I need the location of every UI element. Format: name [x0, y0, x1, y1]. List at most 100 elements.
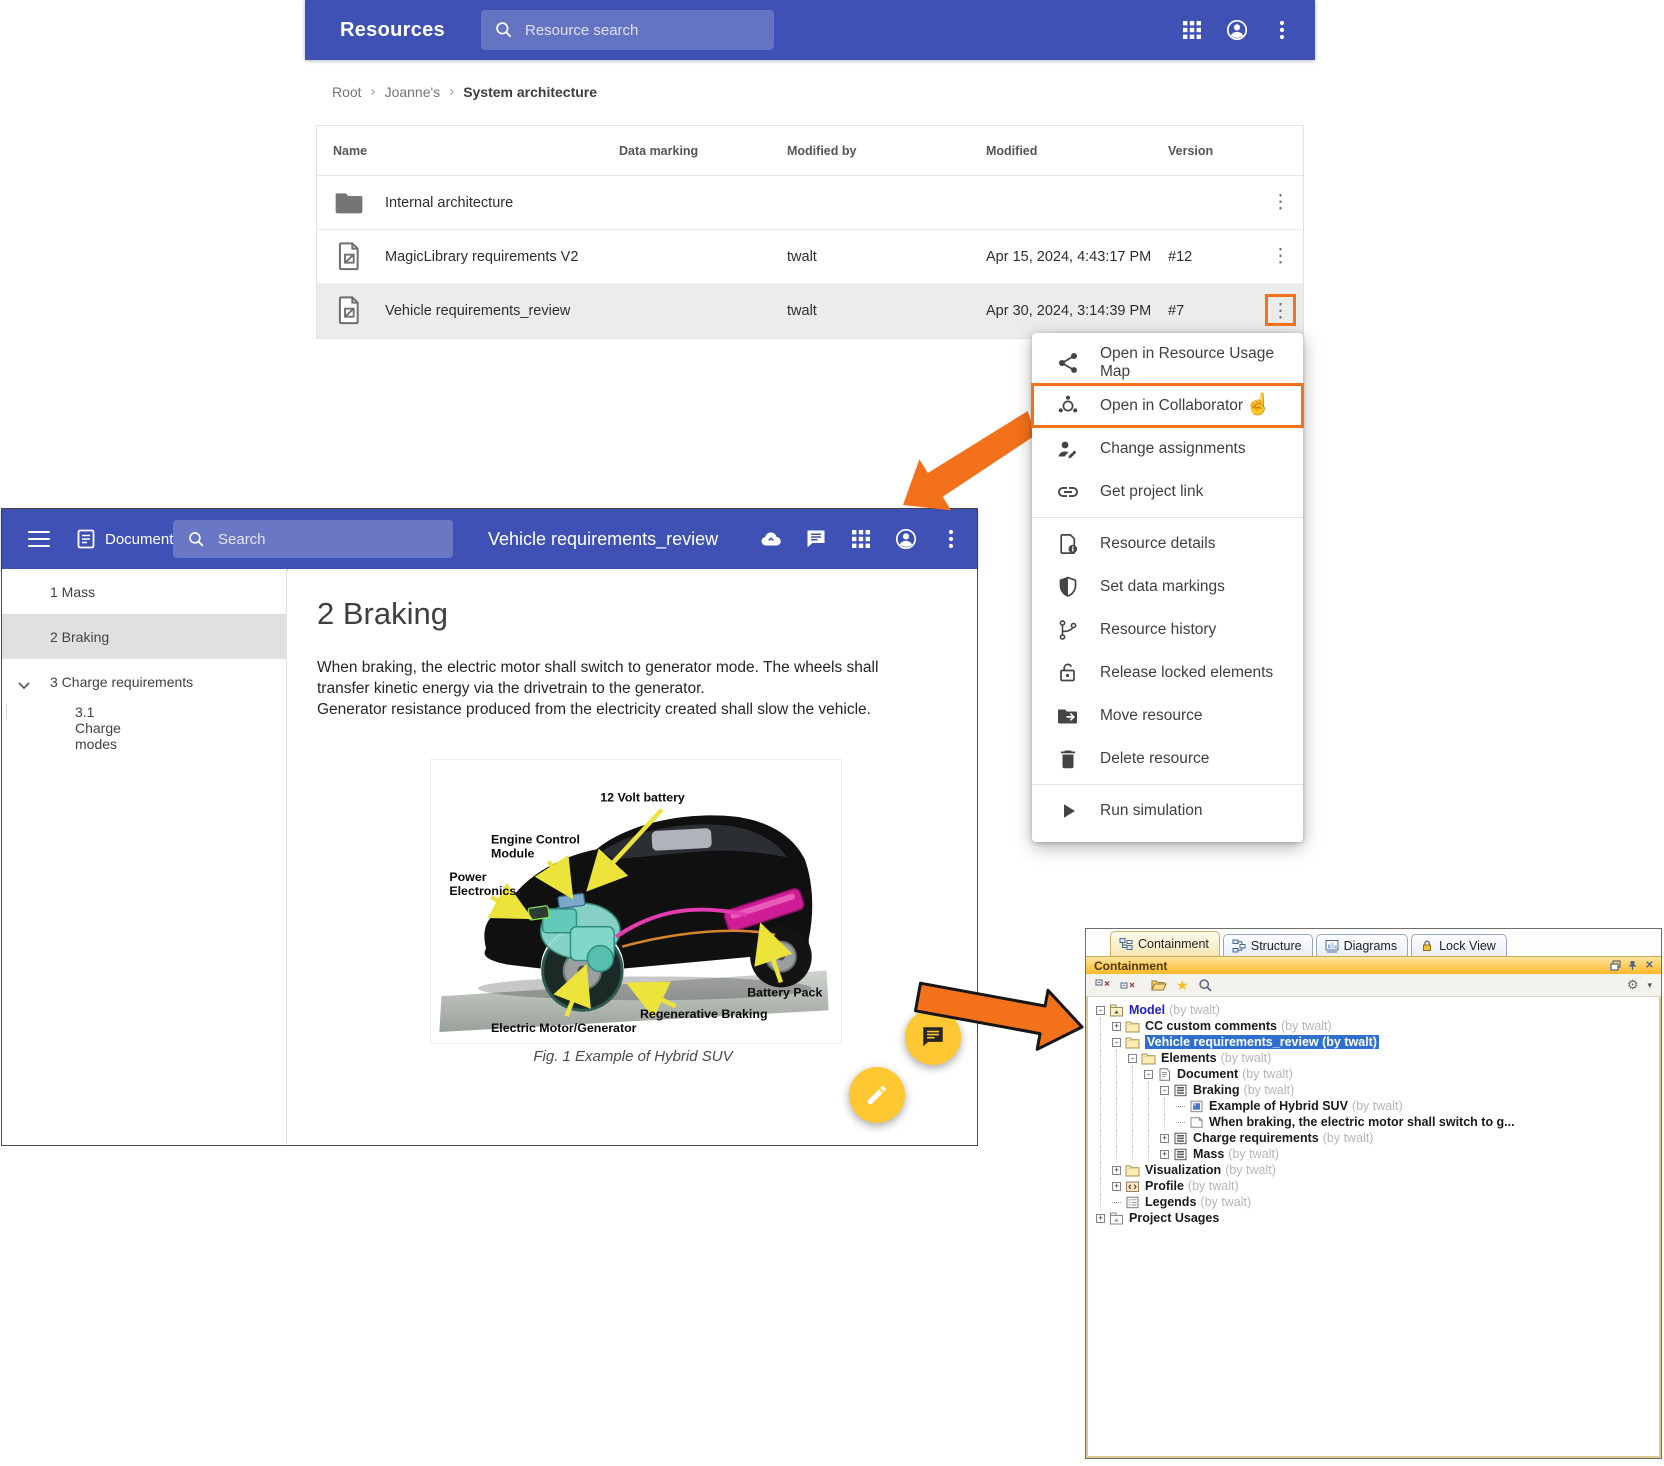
link-icon	[1056, 480, 1080, 504]
model-package-icon	[1109, 1004, 1124, 1017]
quick-search-icon[interactable]	[1198, 978, 1213, 993]
document-search-box[interactable]	[173, 520, 453, 558]
pin-icon[interactable]	[1627, 960, 1638, 971]
table-row[interactable]: Internal architecture ⋮	[317, 176, 1303, 230]
overflow-menu-icon[interactable]	[939, 527, 963, 551]
favorites-icon[interactable]: ★	[1176, 977, 1189, 994]
tree-node[interactable]: - Vehicle requirements_review (by twalt)	[1096, 1034, 1661, 1050]
tree-node[interactable]: + Project Usages	[1096, 1210, 1661, 1226]
context-menu-item[interactable]: Open in Resource Usage Map ☝	[1032, 341, 1303, 384]
tree-node-owner: (by twalt)	[1169, 1003, 1220, 1017]
tree-indent-guide	[1148, 1114, 1160, 1130]
menu-hamburger-icon[interactable]	[28, 531, 50, 547]
expand-expander-icon[interactable]: +	[1112, 1182, 1121, 1191]
table-row[interactable]: Vehicle requirements_review twalt Apr 30…	[317, 284, 1303, 338]
tree-node[interactable]: Legends (by twalt)	[1096, 1194, 1661, 1210]
section-tree-icon	[1173, 1148, 1188, 1161]
resource-search-box[interactable]	[481, 10, 774, 50]
context-menu-item[interactable]: Change assignments ☝	[1032, 427, 1303, 470]
expand-expander-icon[interactable]: +	[1112, 1166, 1121, 1175]
toc-item[interactable]: 1 Mass	[2, 569, 286, 614]
restore-icon[interactable]	[1610, 960, 1621, 971]
comments-icon[interactable]	[804, 527, 828, 551]
tree-node[interactable]: - Model (by twalt)	[1096, 1002, 1661, 1018]
hand-cursor-icon: ☝	[1245, 393, 1271, 417]
tree-node[interactable]: + Visualization (by twalt)	[1096, 1162, 1661, 1178]
context-menu-item[interactable]: Get project link ☝	[1032, 470, 1303, 513]
context-menu-item[interactable]: Move resource ☝	[1032, 694, 1303, 737]
collapse-selected-icon[interactable]	[1120, 978, 1136, 992]
context-menu-item[interactable]: Run simulation ☝	[1032, 789, 1303, 832]
tree-node[interactable]: + CC custom comments (by twalt)	[1096, 1018, 1661, 1034]
tree-node[interactable]: Example of Hybrid SUV (by twalt)	[1096, 1098, 1661, 1114]
expand-expander-icon[interactable]: +	[1160, 1150, 1169, 1159]
tree-indent-guide	[1100, 1034, 1112, 1050]
panel-tab-label: Diagrams	[1344, 939, 1398, 953]
tree-node[interactable]: When braking, the electric motor shall s…	[1096, 1114, 1661, 1130]
collapse-all-icon[interactable]	[1095, 978, 1111, 992]
collapse-expander-icon[interactable]: -	[1112, 1038, 1121, 1047]
collapse-expander-icon[interactable]: -	[1096, 1006, 1105, 1015]
settings-gear-icon[interactable]: ⚙	[1627, 977, 1639, 993]
comment-fab-button[interactable]	[905, 1009, 961, 1065]
close-icon[interactable]: ✕	[1644, 960, 1655, 971]
tree-node[interactable]: - Elements (by twalt)	[1096, 1050, 1661, 1066]
tree-node[interactable]: - Braking (by twalt)	[1096, 1082, 1661, 1098]
tree-node[interactable]: - Document (by twalt)	[1096, 1066, 1661, 1082]
folder-tree-icon	[1125, 1020, 1140, 1033]
panel-tab-label: Containment	[1138, 937, 1209, 951]
expand-expander-icon[interactable]: +	[1096, 1214, 1105, 1223]
panel-title-bar: Containment ✕	[1086, 956, 1661, 974]
tree-node[interactable]: + Charge requirements (by twalt)	[1096, 1130, 1661, 1146]
change-assignments-icon	[1056, 437, 1080, 461]
edit-fab-button[interactable]	[849, 1067, 905, 1123]
folder-tree-icon	[1141, 1052, 1156, 1065]
toc-item[interactable]: 3 Charge requirements	[2, 659, 286, 704]
document-search-input[interactable]	[218, 531, 439, 548]
row-overflow-menu-icon[interactable]: ⋮	[1257, 245, 1305, 268]
lock-view-tab-icon	[1420, 939, 1434, 953]
tree-node-owner: (by twalt)	[1244, 1083, 1295, 1097]
collapse-expander-icon[interactable]: -	[1144, 1070, 1153, 1079]
panel-tab[interactable]: Structure	[1223, 934, 1313, 956]
tree-node-owner: (by twalt)	[1188, 1179, 1239, 1193]
apps-grid-icon[interactable]	[1180, 18, 1204, 42]
gear-dropdown-icon[interactable]: ▾	[1647, 980, 1652, 991]
document-nav[interactable]: Document	[77, 529, 173, 549]
expand-expander-icon[interactable]: +	[1112, 1022, 1121, 1031]
body-paragraph: When braking, the electric motor shall s…	[317, 657, 935, 699]
breadcrumb: Root›Joanne's›System architecture	[332, 83, 597, 100]
context-menu-item[interactable]: Resource details ☝	[1032, 522, 1303, 565]
toc-item[interactable]: 2 Braking	[2, 614, 286, 659]
collaborator-icon	[1056, 394, 1080, 418]
cell-modified: Apr 15, 2024, 4:43:17 PM	[986, 249, 1168, 265]
panel-tab[interactable]: Lock View	[1411, 934, 1507, 956]
breadcrumb-item[interactable]: Joanne's	[385, 84, 441, 100]
context-menu-item[interactable]: Open in Collaborator ☝	[1032, 384, 1303, 427]
row-overflow-menu-icon[interactable]: ⋮	[1257, 191, 1305, 214]
context-menu-item[interactable]: Set data markings ☝	[1032, 565, 1303, 608]
tree-node[interactable]: + Mass (by twalt)	[1096, 1146, 1661, 1162]
panel-tab[interactable]: Diagrams	[1316, 934, 1409, 956]
open-in-diagram-icon[interactable]	[1151, 978, 1167, 992]
tree-node-label: Document	[1177, 1067, 1238, 1081]
tree-node[interactable]: + Profile (by twalt)	[1096, 1178, 1661, 1194]
context-menu-item[interactable]: Release locked elements ☝	[1032, 651, 1303, 694]
collapse-expander-icon[interactable]: -	[1128, 1054, 1137, 1063]
context-menu-item[interactable]: Delete resource ☝	[1032, 737, 1303, 780]
publish-cloud-icon[interactable]	[759, 527, 783, 551]
account-icon[interactable]	[1225, 18, 1249, 42]
expand-expander-icon[interactable]: +	[1160, 1134, 1169, 1143]
account-icon[interactable]	[894, 527, 918, 551]
panel-tab[interactable]: Containment	[1110, 931, 1220, 956]
toc-item[interactable]: 3.1 Charge modes	[6, 704, 75, 720]
tree-node-owner: (by twalt)	[1323, 1131, 1374, 1145]
resource-search-input[interactable]	[525, 22, 761, 39]
apps-grid-icon[interactable]	[849, 527, 873, 551]
overflow-menu-icon[interactable]	[1270, 18, 1294, 42]
collapse-expander-icon[interactable]: -	[1160, 1086, 1169, 1095]
breadcrumb-item[interactable]: Root	[332, 84, 362, 100]
table-row[interactable]: MagicLibrary requirements V2 twalt Apr 1…	[317, 230, 1303, 284]
tree-connector	[1176, 1106, 1185, 1107]
context-menu-item[interactable]: Resource history ☝	[1032, 608, 1303, 651]
